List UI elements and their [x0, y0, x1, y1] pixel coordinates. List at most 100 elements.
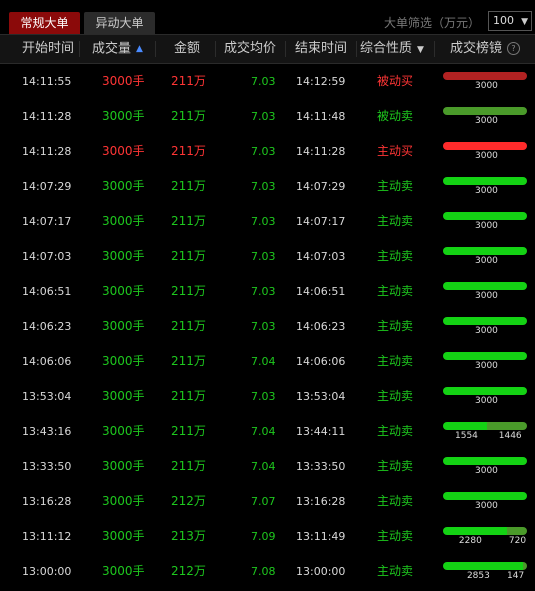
volume: 3000手	[102, 389, 145, 403]
volume: 3000手	[102, 494, 145, 508]
filter-dropdown-icon[interactable]: ▼	[417, 36, 424, 64]
avg-price: 7.04	[251, 355, 276, 368]
start-time: 14:06:23	[22, 320, 72, 333]
col-avg-price[interactable]: 成交均价	[224, 35, 276, 63]
table-row[interactable]: 14:06:51 3000手 211万 7.03 14:06:51 主动卖 3000	[0, 274, 535, 309]
bar-segment	[443, 247, 527, 255]
table-row[interactable]: 13:11:12 3000手 213万 7.09 13:11:49 主动卖 2280 720	[0, 519, 535, 554]
bar-segment	[443, 492, 527, 500]
amount: 211万	[171, 389, 206, 403]
nature: 被动买	[377, 74, 414, 88]
trade-mirror-bar	[443, 247, 527, 255]
start-time: 14:07:03	[22, 250, 72, 263]
table-row[interactable]: 14:11:28 3000手 211万 7.03 14:11:48 被动卖 3000	[0, 99, 535, 134]
start-time: 13:00:00	[22, 565, 72, 578]
table-row[interactable]: 13:33:50 3000手 211万 7.04 13:33:50 主动卖 3000	[0, 449, 535, 484]
volume: 3000手	[102, 249, 145, 263]
end-time: 13:44:11	[296, 425, 346, 438]
avg-price: 7.03	[251, 75, 276, 88]
table-header: 开始时间 成交量 ▲ 金额 成交均价 结束时间 综合性质 ▼ 成交榜镜?	[0, 34, 535, 64]
volume: 3000手	[102, 319, 145, 333]
filter-select[interactable]: 100 ▼	[488, 11, 532, 31]
bar-value-label: 3000	[475, 81, 498, 91]
volume: 3000手	[102, 459, 145, 473]
bar-value-label: 3000	[475, 291, 498, 301]
volume: 3000手	[102, 109, 145, 123]
bar-value-label: 147	[507, 571, 525, 581]
start-time: 14:07:29	[22, 180, 72, 193]
filter-label: 大单筛选（万元）	[383, 16, 480, 30]
end-time: 13:11:49	[296, 530, 346, 543]
start-time: 13:33:50	[22, 460, 72, 473]
table-row[interactable]: 14:07:17 3000手 211万 7.03 14:07:17 主动卖 3000	[0, 204, 535, 239]
nature: 主动卖	[377, 564, 414, 578]
col-amount[interactable]: 金额	[174, 35, 200, 63]
volume: 3000手	[102, 529, 145, 543]
col-volume[interactable]: 成交量 ▲	[92, 35, 143, 63]
amount: 211万	[171, 74, 206, 88]
tab-regular-large-orders[interactable]: 常规大单	[9, 12, 80, 34]
amount: 211万	[171, 109, 206, 123]
nature: 主动卖	[377, 319, 414, 333]
trade-mirror-bar	[443, 562, 527, 570]
trade-mirror-bar	[443, 492, 527, 500]
end-time: 13:16:28	[296, 495, 346, 508]
trade-mirror-bar	[443, 352, 527, 360]
bar-value-label: 2280	[458, 536, 482, 546]
start-time: 14:06:51	[22, 285, 72, 298]
help-icon[interactable]: ?	[507, 42, 521, 55]
trade-mirror-bar	[443, 212, 527, 220]
end-time: 14:06:23	[296, 320, 346, 333]
amount: 211万	[171, 179, 206, 193]
trade-mirror-bar	[443, 387, 527, 395]
bar-segment	[443, 527, 507, 535]
bar-segment	[443, 422, 487, 430]
volume: 3000手	[102, 424, 145, 438]
avg-price: 7.03	[251, 145, 276, 158]
table-row[interactable]: 13:16:28 3000手 212万 7.07 13:16:28 主动卖 3000	[0, 484, 535, 519]
end-time: 14:07:17	[296, 215, 346, 228]
bar-segment	[443, 457, 527, 465]
col-start-time[interactable]: 开始时间	[22, 35, 74, 63]
col-trade-mirror[interactable]: 成交榜镜?	[450, 35, 521, 63]
bar-segment	[443, 107, 527, 115]
end-time: 14:12:59	[296, 75, 346, 88]
sort-icon[interactable]: ▲	[136, 35, 143, 63]
col-nature[interactable]: 综合性质 ▼	[360, 35, 424, 63]
amount: 211万	[171, 284, 206, 298]
table-row[interactable]: 13:53:04 3000手 211万 7.03 13:53:04 主动卖 3000	[0, 379, 535, 414]
start-time: 13:16:28	[22, 495, 72, 508]
bar-segment	[506, 527, 527, 535]
table-row[interactable]: 13:00:00 3000手 212万 7.08 13:00:00 主动卖 2853 147	[0, 554, 535, 589]
bar-segment	[443, 212, 527, 220]
amount: 213万	[171, 529, 206, 543]
trade-mirror-bar	[443, 457, 527, 465]
trade-mirror-bar	[443, 317, 527, 325]
bar-segment	[443, 282, 527, 290]
table-row[interactable]: 14:07:03 3000手 211万 7.03 14:07:03 主动卖 3000	[0, 239, 535, 274]
bar-segment	[443, 72, 527, 80]
filter-value: 100	[493, 14, 514, 27]
table-row[interactable]: 14:11:28 3000手 211万 7.03 14:11:28 主动买 3000	[0, 134, 535, 169]
table-row[interactable]: 14:06:23 3000手 211万 7.03 14:06:23 主动卖 3000	[0, 309, 535, 344]
table-row[interactable]: 14:11:55 3000手 211万 7.03 14:12:59 被动买 3000	[0, 64, 535, 99]
avg-price: 7.07	[251, 495, 276, 508]
avg-price: 7.03	[251, 250, 276, 263]
bar-value-label: 1554	[455, 431, 478, 441]
amount: 212万	[171, 494, 206, 508]
amount: 211万	[171, 319, 206, 333]
col-end-time[interactable]: 结束时间	[295, 35, 347, 63]
avg-price: 7.03	[251, 320, 276, 333]
table-row[interactable]: 13:43:16 3000手 211万 7.04 13:44:11 主动卖 1554 1446	[0, 414, 535, 449]
bar-segment	[443, 387, 527, 395]
amount: 211万	[171, 144, 206, 158]
nature: 主动买	[377, 144, 414, 158]
table-row[interactable]: 14:07:29 3000手 211万 7.03 14:07:29 主动卖 3000	[0, 169, 535, 204]
bar-value-label: 3000	[475, 326, 498, 336]
nature: 主动卖	[377, 494, 414, 508]
table-row[interactable]: 14:06:06 3000手 211万 7.04 14:06:06 主动卖 3000	[0, 344, 535, 379]
start-time: 14:06:06	[22, 355, 72, 368]
table-body: 14:11:55 3000手 211万 7.03 14:12:59 被动买 3000 14:1…	[0, 64, 535, 589]
nature: 被动卖	[377, 109, 414, 123]
tab-abnormal-large-orders[interactable]: 异动大单	[84, 12, 155, 34]
